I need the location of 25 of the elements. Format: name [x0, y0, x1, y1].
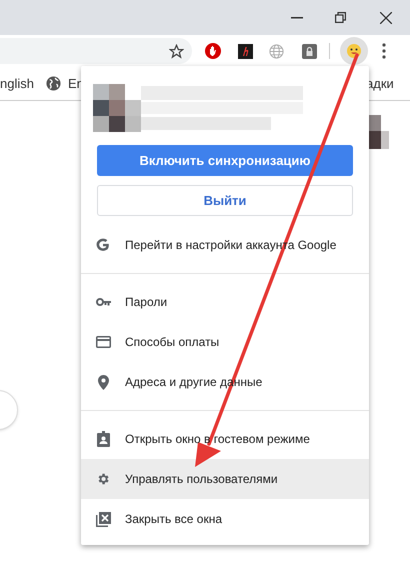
- star-icon[interactable]: [169, 44, 184, 58]
- google-icon: [96, 238, 110, 252]
- menu-item[interactable]: Способы оплаты: [81, 322, 369, 362]
- lock-icon[interactable]: [302, 44, 317, 58]
- h-logo-icon[interactable]: [238, 44, 253, 58]
- badge-person-icon: [96, 431, 110, 447]
- settings-icon: [96, 472, 110, 486]
- close-icon[interactable]: [380, 12, 392, 24]
- menu-item[interactable]: Закрыть все окна: [81, 499, 369, 539]
- menu-item[interactable]: Пароли: [81, 282, 369, 322]
- credit-card-icon: [96, 336, 110, 348]
- globe-icon: [46, 76, 61, 91]
- restore-icon[interactable]: [335, 12, 346, 23]
- minimize-icon[interactable]: [291, 16, 303, 18]
- bookmark-link[interactable]: nglish: [0, 74, 34, 94]
- close-windows-icon: [96, 512, 110, 526]
- profile-button[interactable]: [340, 37, 368, 65]
- signout-button[interactable]: Выйти: [97, 185, 353, 216]
- smiley-icon: [347, 44, 361, 58]
- hand-icon[interactable]: [205, 43, 221, 59]
- location-pin-icon: [98, 374, 108, 390]
- key-icon: [96, 298, 110, 306]
- menu-icon[interactable]: [382, 43, 386, 59]
- menu-item[interactable]: Управлять пользователями: [81, 459, 369, 499]
- sync-button[interactable]: Включить синхронизацию: [97, 145, 353, 176]
